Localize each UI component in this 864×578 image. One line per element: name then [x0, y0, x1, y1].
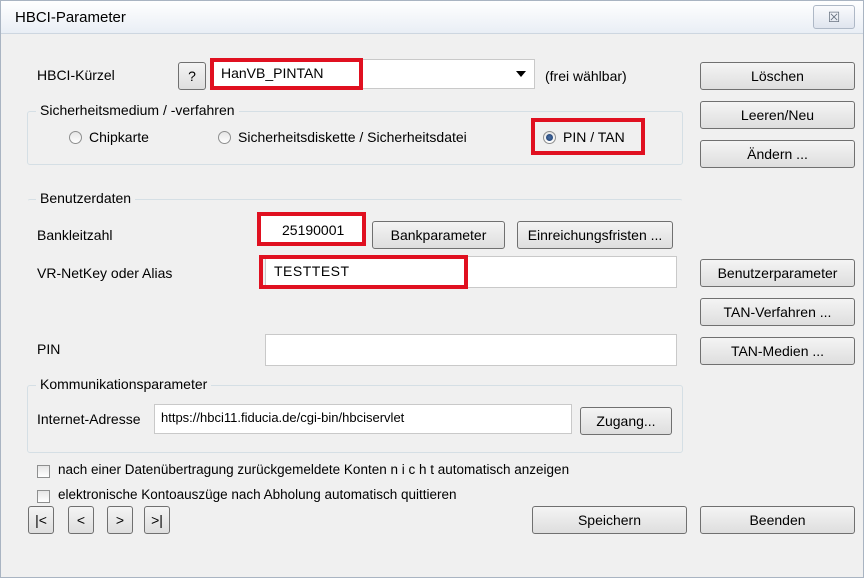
chevron-right-icon: >: [115, 512, 125, 528]
help-icon: ?: [188, 68, 196, 84]
tan-medien-button[interactable]: TAN-Medien ...: [700, 337, 855, 365]
radio-pin-tan[interactable]: [543, 131, 556, 144]
internet-adresse-input[interactable]: https://hbci11.fiducia.de/cgi-bin/hbcise…: [154, 404, 572, 434]
security-group-title: Sicherheitsmedium / -verfahren: [36, 102, 239, 118]
loeschen-button[interactable]: Löschen: [700, 62, 855, 90]
radio-chipkarte-label: Chipkarte: [89, 129, 149, 145]
checkbox-kontoauszuege-quittieren-label: elektronische Kontoauszüge nach Abholung…: [58, 487, 457, 502]
first-record-icon: |<: [35, 512, 47, 528]
vr-netkey-label: VR-NetKey oder Alias: [37, 265, 173, 281]
kommunikation-group-title: Kommunikationsparameter: [36, 376, 212, 392]
nav-last-button[interactable]: >|: [144, 506, 170, 534]
chevron-left-icon: <: [76, 512, 86, 528]
checkbox-konten-nicht-anzeigen-label: nach einer Datenübertragung zurückgemeld…: [58, 462, 570, 477]
nav-first-button[interactable]: |<: [28, 506, 54, 534]
frei-waehlbar-hint: (frei wählbar): [545, 68, 627, 84]
last-record-icon: >|: [151, 512, 163, 528]
bankparameter-button[interactable]: Bankparameter: [372, 221, 505, 249]
bankleitzahl-value: 25190001: [282, 222, 345, 238]
zugang-button[interactable]: Zugang...: [580, 407, 672, 435]
chevron-down-icon[interactable]: [516, 71, 526, 77]
hbci-parameter-dialog: HBCI-Parameter ☒ HBCI-Kürzel ? HanVB_PIN…: [0, 0, 864, 578]
pin-label: PIN: [37, 341, 61, 357]
internet-adresse-value: https://hbci11.fiducia.de/cgi-bin/hbcise…: [161, 410, 405, 425]
checkbox-konten-nicht-anzeigen[interactable]: [37, 465, 50, 478]
hbci-kuerzel-value: HanVB_PINTAN: [221, 65, 324, 81]
vr-netkey-input[interactable]: TESTTEST: [265, 256, 677, 288]
help-button[interactable]: ?: [178, 62, 206, 90]
radio-sicherheitsdiskette[interactable]: [218, 131, 231, 144]
radio-sicherheitsdiskette-label: Sicherheitsdiskette / Sicherheitsdatei: [238, 129, 467, 145]
internet-adresse-label: Internet-Adresse: [37, 411, 141, 427]
benutzerdaten-group-title: Benutzerdaten: [36, 190, 136, 206]
beenden-button[interactable]: Beenden: [700, 506, 855, 534]
pin-input[interactable]: [265, 334, 677, 366]
leeren-neu-button[interactable]: Leeren/Neu: [700, 101, 855, 129]
tan-verfahren-button[interactable]: TAN-Verfahren ...: [700, 298, 855, 326]
vr-netkey-value: TESTTEST: [274, 263, 350, 279]
nav-next-button[interactable]: >: [107, 506, 133, 534]
radio-chipkarte[interactable]: [69, 131, 82, 144]
title-bar[interactable]: HBCI-Parameter ☒: [1, 1, 863, 34]
close-icon: ☒: [827, 9, 841, 25]
hbci-kuerzel-select[interactable]: HanVB_PINTAN: [210, 59, 535, 89]
nav-prev-button[interactable]: <: [68, 506, 94, 534]
einreichungsfristen-button[interactable]: Einreichungsfristen ...: [517, 221, 673, 249]
benutzerparameter-button[interactable]: Benutzerparameter: [700, 259, 855, 287]
checkbox-kontoauszuege-quittieren[interactable]: [37, 490, 50, 503]
speichern-button[interactable]: Speichern: [532, 506, 687, 534]
bankleitzahl-input[interactable]: 25190001: [259, 215, 364, 245]
bankleitzahl-label: Bankleitzahl: [37, 227, 113, 243]
aendern-button[interactable]: Ändern ...: [700, 140, 855, 168]
radio-pin-tan-label: PIN / TAN: [563, 129, 625, 145]
close-button[interactable]: ☒: [813, 5, 855, 29]
hbci-kuerzel-label: HBCI-Kürzel: [37, 67, 115, 83]
window-title: HBCI-Parameter: [15, 9, 126, 26]
